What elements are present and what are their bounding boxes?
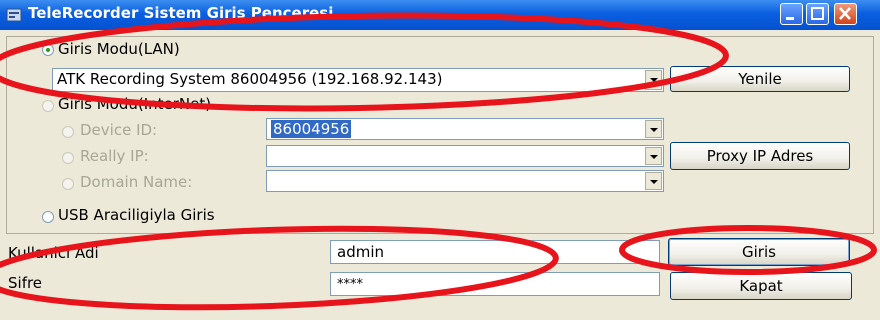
- dropdown-arrow-icon[interactable]: [645, 147, 662, 165]
- really-ip-combo[interactable]: [266, 145, 664, 167]
- lan-device-combo[interactable]: ATK Recording System 86004956 (192.168.9…: [52, 68, 664, 92]
- usb-mode-label: USB Araciligiyla Giris: [58, 206, 215, 224]
- close-icon: [839, 7, 851, 20]
- device-id-combo[interactable]: 86004956: [266, 118, 664, 140]
- window-title: TeleRecorder Sistem Giris Penceresi: [28, 4, 334, 22]
- internet-mode-radio[interactable]: [42, 100, 54, 112]
- minimize-button[interactable]: [780, 3, 803, 25]
- login-button[interactable]: Giris: [668, 238, 850, 266]
- really-ip-radio[interactable]: [62, 152, 74, 164]
- lan-device-value: ATK Recording System 86004956 (192.168.9…: [57, 70, 443, 88]
- app-icon: [6, 8, 22, 22]
- domain-name-combo[interactable]: [266, 170, 664, 192]
- close-button[interactable]: [834, 3, 857, 25]
- login-button-label: Giris: [742, 243, 776, 261]
- username-input[interactable]: [330, 240, 660, 264]
- refresh-button-label: Yenile: [738, 70, 782, 88]
- domain-name-radio[interactable]: [62, 178, 74, 190]
- usb-mode-radio[interactable]: [42, 211, 54, 223]
- refresh-button[interactable]: Yenile: [670, 66, 850, 92]
- internet-mode-label: Giris Modu(InterNet): [58, 95, 212, 113]
- device-id-value: 86004956: [271, 120, 352, 138]
- lan-mode-label: Giris Modu(LAN): [58, 40, 180, 58]
- dropdown-arrow-icon[interactable]: [645, 70, 662, 90]
- dropdown-arrow-icon[interactable]: [645, 172, 662, 190]
- username-label: Kullanici Adi: [8, 244, 99, 262]
- annotation-ellipse-credentials: [0, 225, 559, 311]
- dropdown-arrow-icon[interactable]: [645, 120, 662, 138]
- lan-mode-radio[interactable]: [42, 44, 54, 56]
- close-app-button[interactable]: Kapat: [670, 272, 852, 300]
- domain-name-label: Domain Name:: [80, 173, 193, 191]
- radio-selected-dot: [46, 48, 50, 52]
- password-input[interactable]: [330, 272, 660, 296]
- maximize-button[interactable]: [806, 3, 829, 25]
- maximize-icon: [811, 7, 824, 20]
- proxy-ip-button-label: Proxy IP Adres: [706, 147, 814, 165]
- minimize-icon: [786, 17, 794, 20]
- close-app-button-label: Kapat: [739, 277, 783, 295]
- really-ip-label: Really IP:: [80, 147, 149, 165]
- proxy-ip-button[interactable]: Proxy IP Adres: [670, 142, 850, 170]
- password-label: Sifre: [8, 274, 43, 292]
- device-id-radio[interactable]: [62, 126, 74, 138]
- device-id-label: Device ID:: [80, 121, 158, 139]
